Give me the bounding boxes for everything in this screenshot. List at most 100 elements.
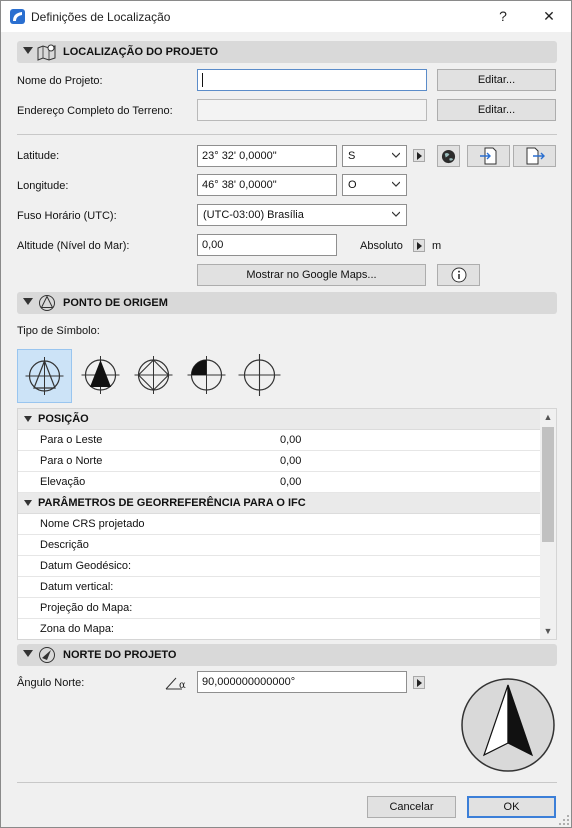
tree-row[interactable]: Nome CRS projetado bbox=[18, 514, 542, 535]
import-location-button[interactable] bbox=[467, 145, 510, 167]
edit-project-name-button[interactable]: Editar... bbox=[437, 69, 556, 91]
map-pin-icon bbox=[37, 44, 56, 61]
help-button[interactable]: ? bbox=[481, 1, 525, 32]
altitude-unit-label: m bbox=[432, 240, 442, 252]
site-address-input[interactable] bbox=[197, 99, 427, 121]
section-title: PONTO DE ORIGEM bbox=[63, 297, 168, 309]
import-file-icon bbox=[479, 147, 496, 165]
symbol-option-3[interactable] bbox=[127, 349, 182, 403]
latitude-direction-select[interactable]: S bbox=[342, 145, 407, 167]
origin-symbol-quadrant-icon bbox=[187, 356, 226, 394]
symbol-option-2[interactable] bbox=[74, 349, 129, 403]
property-name: Projeção do Mapa: bbox=[40, 602, 133, 614]
project-name-input[interactable] bbox=[197, 69, 427, 91]
tree-group-position[interactable]: POSIÇÃO bbox=[18, 409, 542, 430]
property-name: Elevação bbox=[40, 476, 86, 488]
ok-button[interactable]: OK bbox=[467, 796, 556, 818]
scroll-thumb[interactable] bbox=[542, 427, 554, 542]
property-name: Para o Norte bbox=[40, 455, 103, 467]
globe-icon bbox=[441, 149, 456, 164]
show-google-maps-button[interactable]: Mostrar no Google Maps... bbox=[197, 264, 426, 286]
origin-symbol-icon bbox=[39, 295, 55, 311]
collapse-triangle-icon bbox=[24, 500, 32, 506]
export-file-icon bbox=[526, 147, 545, 165]
property-name: Datum vertical: bbox=[40, 581, 114, 593]
app-logo-icon bbox=[10, 9, 25, 24]
title-bar: Definições de Localização ? ✕ bbox=[1, 1, 571, 32]
scroll-up-icon[interactable]: ▲ bbox=[540, 409, 556, 425]
footer-divider bbox=[17, 782, 557, 783]
export-location-button[interactable] bbox=[513, 145, 556, 167]
property-value[interactable]: 0,00 bbox=[280, 455, 301, 467]
origin-symbol-triangle-filled-icon bbox=[81, 356, 120, 394]
section-title: NORTE DO PROJETO bbox=[63, 649, 177, 661]
north-arrow-preview[interactable] bbox=[460, 677, 556, 773]
section-origin-point[interactable]: PONTO DE ORIGEM bbox=[17, 292, 557, 314]
tree-row[interactable]: Zona do Mapa: bbox=[18, 619, 542, 639]
altitude-mode-arrow-button[interactable] bbox=[413, 239, 425, 252]
tree-row[interactable]: Para o Norte 0,00 bbox=[18, 451, 542, 472]
property-value[interactable]: 0,00 bbox=[280, 476, 301, 488]
latitude-direction-value: S bbox=[348, 150, 356, 162]
location-settings-dialog: Definições de Localização ? ✕ LOCALIZAÇÃ… bbox=[0, 0, 572, 828]
section-project-location[interactable]: LOCALIZAÇÃO DO PROJETO bbox=[17, 41, 557, 63]
tree-row[interactable]: Descrição bbox=[18, 535, 542, 556]
tree-row[interactable]: Para o Leste 0,00 bbox=[18, 430, 542, 451]
globe-button[interactable] bbox=[437, 145, 460, 167]
info-button[interactable] bbox=[437, 264, 480, 286]
origin-symbol-triangle-outline-icon bbox=[25, 357, 64, 395]
collapse-triangle-icon bbox=[23, 650, 33, 657]
chevron-down-icon bbox=[392, 152, 400, 158]
collapse-triangle-icon bbox=[24, 416, 32, 422]
latitude-arrow-button[interactable] bbox=[413, 149, 425, 162]
tree-group-name: POSIÇÃO bbox=[38, 413, 89, 425]
longitude-input[interactable]: 46° 38' 0,0000" bbox=[197, 174, 337, 196]
edit-site-address-button[interactable]: Editar... bbox=[437, 99, 556, 121]
origin-symbol-diamond-icon bbox=[134, 356, 173, 394]
close-button[interactable]: ✕ bbox=[527, 1, 571, 32]
latitude-input[interactable]: 23° 32' 0,0000" bbox=[197, 145, 337, 167]
property-name: Datum Geodésico: bbox=[40, 560, 132, 572]
tree-group-name: PARÂMETROS DE GEORREFERÊNCIA PARA O IFC bbox=[38, 497, 306, 509]
origin-symbol-crosshair-icon bbox=[238, 354, 281, 396]
tree-group-georeference[interactable]: PARÂMETROS DE GEORREFERÊNCIA PARA O IFC bbox=[18, 493, 542, 514]
svg-text:α: α bbox=[179, 680, 186, 691]
property-name: Descrição bbox=[40, 539, 89, 551]
longitude-direction-value: O bbox=[348, 179, 357, 191]
cancel-button[interactable]: Cancelar bbox=[367, 796, 456, 818]
symbol-option-5[interactable] bbox=[233, 349, 288, 403]
altitude-input[interactable]: 0,00 bbox=[197, 234, 337, 256]
tree-row[interactable]: Elevação 0,00 bbox=[18, 472, 542, 493]
text-cursor bbox=[202, 73, 203, 87]
timezone-value: (UTC-03:00) Brasília bbox=[203, 209, 304, 221]
resize-grip-icon[interactable] bbox=[559, 815, 570, 826]
tree-row[interactable]: Datum Geodésico: bbox=[18, 556, 542, 577]
property-name: Zona do Mapa: bbox=[40, 623, 114, 635]
symbol-option-4[interactable] bbox=[180, 349, 235, 403]
timezone-select[interactable]: (UTC-03:00) Brasília bbox=[197, 204, 407, 226]
longitude-direction-select[interactable]: O bbox=[342, 174, 407, 196]
timezone-label: Fuso Horário (UTC): bbox=[17, 210, 117, 222]
scroll-down-icon[interactable]: ▼ bbox=[540, 623, 556, 639]
chevron-down-icon bbox=[392, 211, 400, 217]
vertical-scrollbar[interactable]: ▲ ▼ bbox=[540, 409, 556, 639]
angle-icon: α bbox=[165, 677, 186, 691]
collapse-triangle-icon bbox=[23, 298, 33, 305]
north-angle-arrow-button[interactable] bbox=[413, 676, 425, 689]
window-title: Definições de Localização bbox=[31, 10, 171, 24]
section-project-north[interactable]: NORTE DO PROJETO bbox=[17, 644, 557, 666]
longitude-label: Longitude: bbox=[17, 180, 69, 192]
altitude-label: Altitude (Nível do Mar): bbox=[17, 240, 130, 252]
section-title: LOCALIZAÇÃO DO PROJETO bbox=[63, 46, 219, 58]
symbol-type-label: Tipo de Símbolo: bbox=[17, 325, 100, 337]
north-angle-label: Ângulo Norte: bbox=[17, 677, 85, 689]
north-angle-input[interactable]: 90,000000000000° bbox=[197, 671, 407, 693]
tree-row[interactable]: Projeção do Mapa: bbox=[18, 598, 542, 619]
symbol-option-1[interactable] bbox=[17, 349, 72, 403]
altitude-mode-label: Absoluto bbox=[360, 240, 403, 252]
tree-row[interactable]: Datum vertical: bbox=[18, 577, 542, 598]
property-name: Para o Leste bbox=[40, 434, 103, 446]
chevron-down-icon bbox=[392, 181, 400, 187]
origin-properties-tree: POSIÇÃO Para o Leste 0,00 Para o Norte 0… bbox=[17, 408, 557, 640]
property-value[interactable]: 0,00 bbox=[280, 434, 301, 446]
